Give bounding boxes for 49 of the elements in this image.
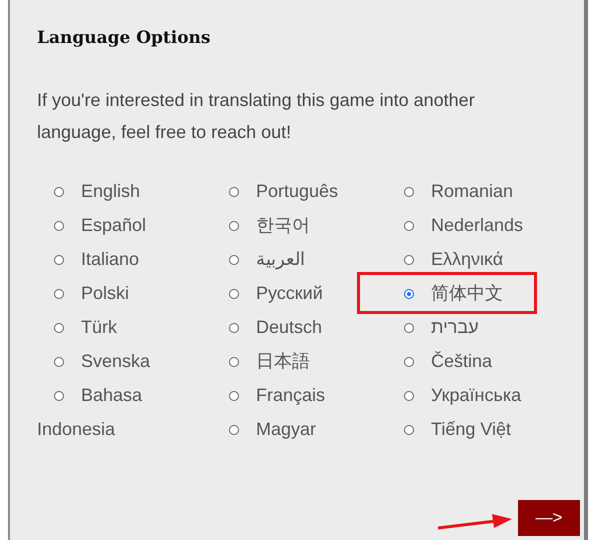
language-option[interactable]: English	[37, 174, 212, 208]
language-option[interactable]: Українська	[387, 378, 562, 412]
intro-text: If you're interested in translating this game into another language, feel free to reach out!	[37, 89, 476, 144]
radio-button[interactable]	[404, 254, 414, 265]
language-option[interactable]: Svenska	[37, 344, 212, 378]
radio-button[interactable]	[54, 220, 64, 231]
language-option[interactable]: Français	[212, 378, 387, 412]
next-button[interactable]: —>	[518, 500, 580, 536]
radio-button[interactable]	[54, 186, 64, 197]
language-option[interactable]: العربية	[212, 242, 387, 276]
language-option[interactable]: Ελληνικά	[387, 242, 562, 276]
radio-button[interactable]	[54, 390, 64, 401]
radio-button[interactable]	[54, 288, 64, 299]
radio-button[interactable]	[54, 254, 64, 265]
radio-button[interactable]	[54, 356, 64, 367]
radio-button[interactable]	[229, 288, 239, 299]
language-option[interactable]: Magyar	[212, 412, 387, 446]
radio-button[interactable]	[404, 288, 414, 299]
radio-button[interactable]	[404, 356, 414, 367]
language-option[interactable]: 한국어	[212, 208, 387, 242]
radio-button[interactable]	[229, 254, 239, 265]
radio-button[interactable]	[404, 322, 414, 333]
radio-button[interactable]	[229, 424, 239, 435]
language-option[interactable]: Português	[212, 174, 387, 208]
radio-button[interactable]	[404, 220, 414, 231]
language-option[interactable]: עברית	[387, 310, 562, 344]
language-option[interactable]: Italiano	[37, 242, 212, 276]
language-option[interactable]: Tiếng Việt	[387, 412, 562, 446]
language-option[interactable]: Deutsch	[212, 310, 387, 344]
language-option[interactable]: Türk	[37, 310, 212, 344]
language-option[interactable]: Bahasa Indonesia	[37, 378, 212, 446]
radio-button[interactable]	[229, 186, 239, 197]
dialog-title: Language Options	[37, 28, 212, 50]
language-option[interactable]: 日本語	[212, 344, 387, 378]
radio-button[interactable]	[229, 322, 239, 333]
language-option[interactable]: Romanian	[387, 174, 562, 208]
radio-button[interactable]	[404, 424, 414, 435]
language-option[interactable]: Polski	[37, 276, 212, 310]
language-option[interactable]: Русский	[212, 276, 387, 310]
radio-button[interactable]	[229, 390, 239, 401]
radio-button[interactable]	[54, 322, 64, 333]
radio-button[interactable]	[404, 186, 414, 197]
language-option[interactable]: 简体中文	[387, 276, 562, 310]
language-option[interactable]: Español	[37, 208, 212, 242]
radio-button[interactable]	[229, 220, 239, 231]
radio-button[interactable]	[404, 390, 414, 401]
radio-button[interactable]	[229, 356, 239, 367]
language-option[interactable]: Nederlands	[387, 208, 562, 242]
language-option[interactable]: Čeština	[387, 344, 562, 378]
